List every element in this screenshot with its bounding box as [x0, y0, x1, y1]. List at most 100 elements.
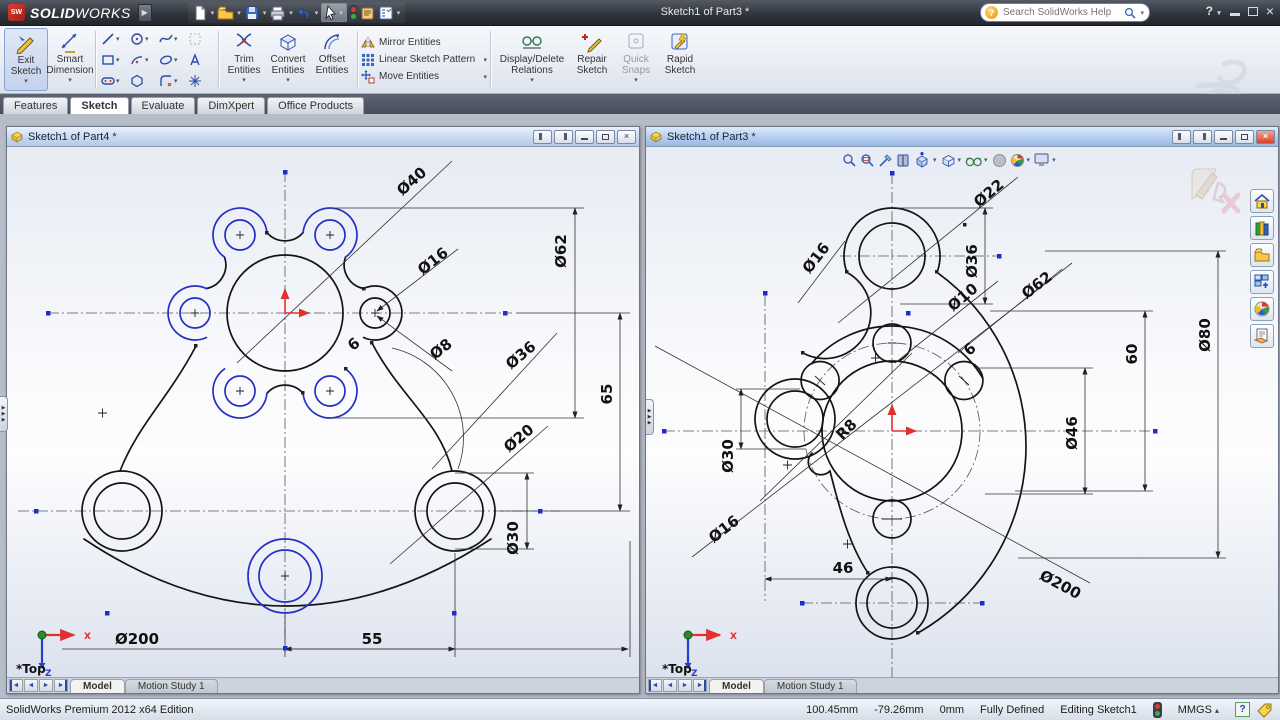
quick-snaps-button[interactable]: Quick Snaps	[614, 28, 658, 91]
print-button[interactable]	[269, 5, 286, 21]
spline-tool-button[interactable]	[157, 28, 186, 49]
select-tool-button[interactable]	[321, 3, 347, 22]
fillet-tool-button[interactable]	[157, 70, 186, 91]
feature-tree-splitter-tab[interactable]: ▶▶▶	[0, 396, 8, 432]
part3-sketch-canvas[interactable]: Ø22 Ø36 Ø16 Ø10 Ø62 Ø80 60 6 Ø46 Ø30 R8 …	[646, 147, 1278, 677]
close-doc-button[interactable]: ×	[1256, 130, 1275, 144]
options-button[interactable]	[360, 5, 376, 21]
display-style-icon[interactable]	[941, 153, 963, 168]
motion-study-tab[interactable]: Motion Study 1	[764, 679, 857, 693]
rapid-sketch-button[interactable]: Rapid Sketch	[658, 28, 702, 91]
dropdown-caret-icon[interactable]	[286, 76, 290, 84]
design-library-button[interactable]	[1250, 216, 1274, 240]
tab-office-products[interactable]: Office Products	[267, 97, 364, 114]
text-tool-button[interactable]	[186, 49, 215, 70]
save-button[interactable]	[244, 5, 260, 21]
centerpoint-arc-tool-button[interactable]	[128, 49, 157, 70]
exit-sketch-button[interactable]: Exit Sketch	[4, 28, 48, 91]
model-tab[interactable]: Model	[709, 679, 764, 693]
dropdown-caret-icon[interactable]	[483, 56, 487, 64]
last-tab-button[interactable]	[693, 679, 707, 692]
search-box[interactable]: ?	[980, 3, 1150, 22]
model-tab[interactable]: Model	[70, 679, 125, 693]
centerlines[interactable]	[664, 173, 1156, 677]
dropdown-caret-icon[interactable]	[174, 35, 178, 43]
help-button[interactable]: ?	[1206, 5, 1222, 17]
units-selector[interactable]: MMGS ▴	[1178, 704, 1219, 716]
next-tab-button[interactable]	[39, 679, 53, 692]
restore-doc-button[interactable]	[1235, 130, 1254, 144]
file-explorer-button[interactable]	[1250, 243, 1274, 267]
search-icon[interactable]	[1124, 7, 1136, 19]
apply-scene-icon[interactable]	[1010, 153, 1032, 168]
close-button[interactable]: ×	[1266, 4, 1274, 18]
dimension-labels[interactable]: Ø40 Ø62 Ø16 Ø8 Ø36 6 65 Ø20 Ø30 Ø200 55	[115, 163, 616, 648]
dropdown-caret-icon[interactable]	[1027, 156, 1031, 164]
dropdown-caret-icon[interactable]	[211, 9, 215, 17]
dropdown-caret-icon[interactable]	[174, 56, 178, 64]
centerlines[interactable]	[18, 171, 560, 653]
trim-entities-button[interactable]: Trim Entities	[222, 28, 266, 91]
close-doc-button[interactable]: ×	[617, 130, 636, 144]
polygon-tool-button[interactable]	[128, 70, 157, 91]
tab-features[interactable]: Features	[3, 97, 68, 114]
custom-properties-button[interactable]	[1250, 324, 1274, 348]
tab-dimxpert[interactable]: DimXpert	[197, 97, 265, 114]
dropdown-caret-icon[interactable]	[289, 9, 293, 17]
search-dropdown-caret-icon[interactable]	[1140, 9, 1144, 17]
dropdown-caret-icon[interactable]	[145, 56, 149, 64]
zoom-fit-icon[interactable]	[842, 153, 857, 168]
hide-show-items-icon[interactable]	[965, 154, 989, 167]
first-tab-button[interactable]	[9, 679, 23, 692]
dropdown-caret-icon[interactable]	[397, 9, 401, 17]
confirmation-corner[interactable]	[1188, 165, 1244, 217]
help-caret-icon[interactable]	[1217, 10, 1221, 17]
view-orientation-icon[interactable]	[914, 152, 938, 169]
dropdown-caret-icon[interactable]	[68, 76, 72, 84]
convert-entities-button[interactable]: Convert Entities	[266, 28, 310, 91]
minimize-button[interactable]	[1230, 13, 1240, 16]
edit-appearance-icon[interactable]	[992, 153, 1007, 168]
mirror-entities-button[interactable]: Mirror Entities	[361, 36, 487, 50]
tab-sketch[interactable]: Sketch	[70, 97, 128, 114]
prev-tab-button[interactable]	[24, 679, 38, 692]
display-delete-relations-button[interactable]: Display/Delete Relations	[494, 28, 570, 91]
dropdown-caret-icon[interactable]	[483, 73, 487, 81]
part4-sketch-canvas[interactable]: Ø40 Ø62 Ø16 Ø8 Ø36 6 65 Ø20 Ø30 Ø200 55	[7, 147, 639, 677]
minimize-doc-button[interactable]	[575, 130, 594, 144]
dropdown-caret-icon[interactable]	[237, 9, 241, 17]
trim-box-tool-button[interactable]	[186, 28, 215, 49]
view-settings-icon[interactable]	[1034, 153, 1057, 167]
dropdown-caret-icon[interactable]	[315, 9, 319, 17]
restore-doc-button[interactable]	[596, 130, 615, 144]
motion-study-tab[interactable]: Motion Study 1	[125, 679, 218, 693]
dock-left-button[interactable]	[1172, 130, 1191, 144]
part4-sketch-svg[interactable]: Ø40 Ø62 Ø16 Ø8 Ø36 6 65 Ø20 Ø30 Ø200 55	[7, 147, 639, 677]
undo-button[interactable]	[296, 5, 312, 21]
dock-right-button[interactable]	[554, 130, 573, 144]
reference-arc[interactable]	[392, 348, 463, 469]
dropdown-caret-icon[interactable]	[242, 76, 246, 84]
rectangle-tool-button[interactable]	[99, 49, 128, 70]
part3-sketch-svg[interactable]: Ø22 Ø36 Ø16 Ø10 Ø62 Ø80 60 6 Ø46 Ø30 R8 …	[646, 147, 1278, 677]
linear-sketch-pattern-button[interactable]: Linear Sketch Pattern	[361, 53, 487, 67]
line-tool-button[interactable]	[99, 28, 128, 49]
dropdown-caret-icon[interactable]	[174, 77, 178, 85]
zoom-area-icon[interactable]	[860, 153, 875, 168]
toolbox-button[interactable]	[1250, 270, 1274, 294]
feature-tree-splitter-tab[interactable]: ▶▶▶	[646, 399, 654, 435]
dropdown-caret-icon[interactable]	[116, 56, 120, 64]
repair-sketch-button[interactable]: Repair Sketch	[570, 28, 614, 91]
dropdown-caret-icon[interactable]	[263, 9, 267, 17]
smart-dimension-button[interactable]: Smart Dimension	[48, 28, 92, 91]
tag-icon[interactable]	[1256, 702, 1274, 718]
prev-tab-button[interactable]	[663, 679, 677, 692]
search-input[interactable]	[1001, 6, 1121, 19]
new-document-button[interactable]	[192, 5, 208, 21]
open-document-button[interactable]	[217, 5, 234, 21]
magnified-selection-icon[interactable]	[878, 153, 893, 168]
part4-window-titlebar[interactable]: Sketch1 of Part4 * ×	[7, 127, 639, 147]
tab-evaluate[interactable]: Evaluate	[131, 97, 196, 114]
section-view-icon[interactable]	[896, 153, 911, 168]
dropdown-caret-icon[interactable]	[1052, 156, 1056, 164]
